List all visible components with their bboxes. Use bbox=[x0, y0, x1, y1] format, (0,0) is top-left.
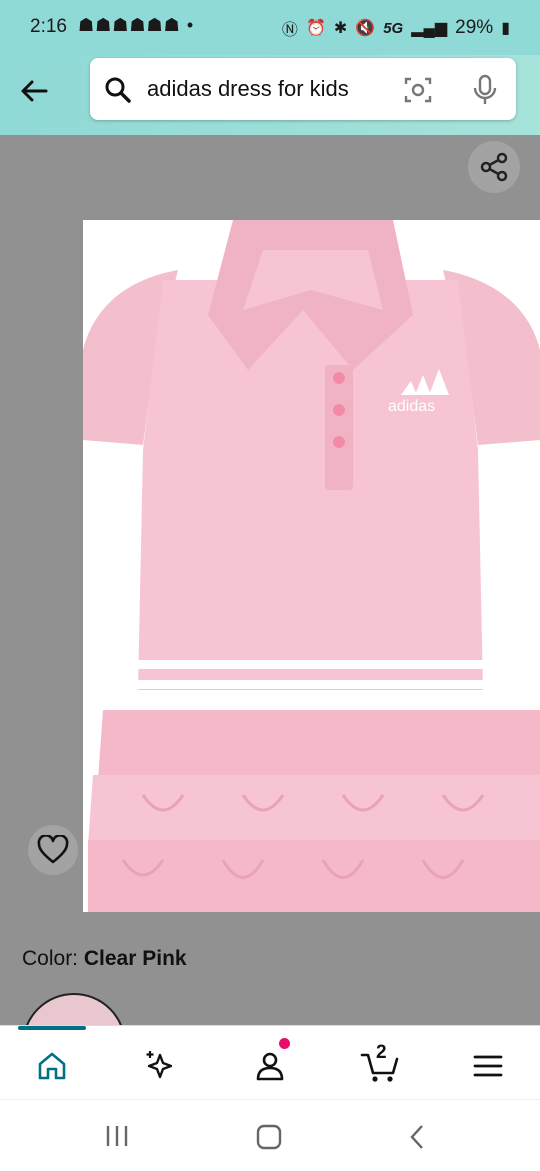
system-back-icon[interactable] bbox=[408, 1124, 426, 1150]
battery-icon: ▮ bbox=[501, 20, 510, 37]
search-query: adidas dress for kids bbox=[147, 76, 349, 101]
sparkle-icon bbox=[146, 1051, 173, 1079]
system-navigation-bar bbox=[0, 1099, 540, 1171]
signal-icon: ▂▄▆ bbox=[411, 20, 448, 37]
color-selection: Color: Clear Pink bbox=[22, 947, 187, 971]
camera-lens-icon[interactable] bbox=[403, 75, 433, 105]
product-gallery: adidas Color: Clear Pink bbox=[0, 135, 540, 1053]
nav-ai-assistant[interactable] bbox=[136, 1044, 184, 1088]
back-button[interactable] bbox=[12, 69, 56, 113]
status-time: 2:16 bbox=[30, 16, 67, 37]
status-indicators: Ⓝ ⏰ ✱ 🔇 5G ▂▄▆ 29% ▮ bbox=[282, 16, 510, 40]
home-icon bbox=[38, 1052, 66, 1080]
nfc-icon: Ⓝ bbox=[281, 22, 298, 39]
account-notification-dot bbox=[279, 1038, 290, 1049]
share-button[interactable] bbox=[468, 141, 520, 193]
bluetooth-icon: ✱ bbox=[333, 20, 348, 37]
mute-icon: 🔇 bbox=[355, 20, 376, 37]
search-header: adidas dress for kids bbox=[0, 55, 540, 135]
home-button-icon[interactable] bbox=[256, 1124, 282, 1150]
search-icon bbox=[105, 77, 131, 103]
network-type: 5G bbox=[383, 19, 404, 37]
product-image[interactable]: adidas bbox=[83, 220, 540, 912]
cart-count-badge: 2 bbox=[376, 1042, 387, 1063]
color-value: Clear Pink bbox=[83, 947, 187, 970]
recent-apps-icon[interactable] bbox=[104, 1124, 130, 1148]
bottom-navigation: 2 bbox=[0, 1025, 540, 1100]
heart-icon bbox=[37, 835, 69, 864]
dress-illustration: adidas bbox=[83, 220, 540, 912]
hamburger-menu-icon bbox=[473, 1055, 503, 1077]
microphone-icon[interactable] bbox=[472, 74, 498, 106]
user-icon bbox=[256, 1052, 284, 1081]
nav-menu[interactable] bbox=[464, 1044, 512, 1088]
back-arrow-icon bbox=[21, 80, 48, 102]
search-input[interactable]: adidas dress for kids bbox=[90, 58, 516, 120]
color-label: Color: bbox=[22, 947, 79, 970]
nav-account[interactable] bbox=[246, 1038, 294, 1088]
brand-logo-text: adidas bbox=[388, 398, 435, 415]
alarm-icon: ⏰ bbox=[305, 20, 326, 37]
battery-level: 29% bbox=[455, 17, 494, 38]
status-bar: 2:16 ☗☗☗☗☗☗ • Ⓝ ⏰ ✱ 🔇 5G ▂▄▆ 29% ▮ bbox=[0, 0, 540, 55]
wishlist-button[interactable] bbox=[28, 825, 78, 875]
nav-home[interactable] bbox=[28, 1044, 76, 1088]
active-tab-indicator bbox=[18, 1026, 86, 1030]
notification-icons: ☗☗☗☗☗☗ • bbox=[78, 15, 195, 35]
share-icon bbox=[480, 152, 508, 182]
